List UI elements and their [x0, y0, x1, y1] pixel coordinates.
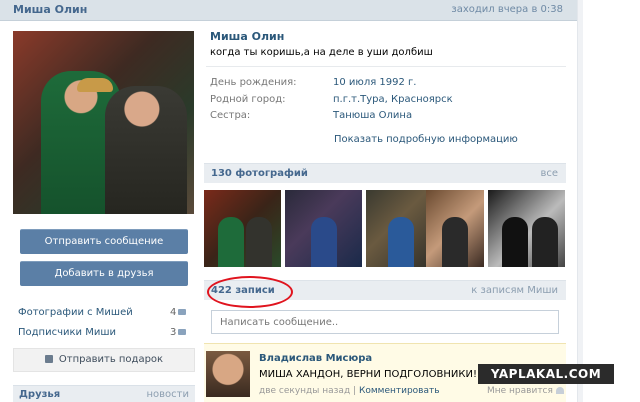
camera-icon: [178, 309, 187, 315]
send-message-button[interactable]: Отправить сообщение: [20, 229, 188, 254]
comment-link[interactable]: Комментировать: [359, 386, 440, 396]
gift-icon: [44, 355, 53, 363]
site-watermark: YAPLAKAL.COM: [478, 364, 614, 384]
heart-icon: [555, 387, 564, 394]
info-value-sister[interactable]: Танюша Олина: [333, 110, 412, 121]
info-value-birthday[interactable]: 10 июля 1992 г.: [333, 77, 416, 88]
profile-status[interactable]: когда ты коришь,а на деле в уши долбиш: [210, 47, 433, 58]
photos-title[interactable]: 130 фотографий: [211, 168, 308, 179]
like-label: Мне нравится: [487, 386, 553, 396]
info-label-hometown: Родной город:: [210, 94, 286, 105]
to-posts-link[interactable]: к записям Миши: [471, 285, 558, 296]
post-meta-separator: |: [353, 386, 357, 396]
show-more-info-link[interactable]: Показать подробную информацию: [334, 134, 518, 145]
photo-thumb[interactable]: [488, 190, 565, 267]
post-text: МИША ХАНДОН, ВЕРНИ ПОДГОЛОВНИКИ!: [259, 369, 477, 380]
subscribers-count: 3: [170, 327, 187, 338]
post-meta: две секунды назад | Комментировать: [259, 386, 440, 396]
last-seen-status: заходил вчера в 0:38: [451, 4, 563, 15]
like-button[interactable]: Мне нравится: [487, 386, 564, 396]
people-icon: [178, 329, 187, 335]
photo-thumb[interactable]: [204, 190, 281, 267]
photos-section-header: 130 фотографий все: [204, 163, 566, 183]
post-author-avatar[interactable]: [206, 351, 250, 397]
subscribers-link[interactable]: Подписчики Миши: [18, 327, 116, 338]
scrollbar[interactable]: [577, 0, 583, 402]
photo-thumb[interactable]: [426, 190, 484, 267]
gift-label: Отправить подарок: [58, 354, 164, 365]
photos-with-count: 4: [170, 307, 187, 318]
add-friend-button[interactable]: Добавить в друзья: [20, 261, 188, 286]
profile-name: Миша Олин: [210, 30, 285, 43]
post-time[interactable]: две секунды назад: [259, 386, 350, 396]
photo-thumb[interactable]: [285, 190, 362, 267]
profile-topbar: Миша Олин заходил вчера в 0:38: [0, 0, 577, 21]
friends-title[interactable]: Друзья: [19, 389, 60, 400]
photos-with-link[interactable]: Фотографии с Мишей: [18, 307, 133, 318]
post-author-name[interactable]: Владислав Мисюра: [259, 353, 372, 364]
friends-news-link[interactable]: новости: [147, 389, 190, 400]
divider: [206, 66, 566, 67]
profile-avatar[interactable]: [13, 31, 194, 214]
info-value-hometown[interactable]: п.г.т.Тура, Красноярск: [333, 94, 453, 105]
friends-section-header: Друзья новости: [13, 385, 195, 402]
topbar-name[interactable]: Миша Олин: [13, 3, 87, 16]
info-label-birthday: День рождения:: [210, 77, 297, 88]
photos-all-link[interactable]: все: [540, 168, 558, 179]
red-highlight-circle: [207, 276, 293, 308]
send-gift-button[interactable]: Отправить подарок: [13, 348, 195, 372]
info-label-sister: Сестра:: [210, 110, 251, 121]
wall-post-input[interactable]: Написать сообщение..: [211, 310, 559, 334]
